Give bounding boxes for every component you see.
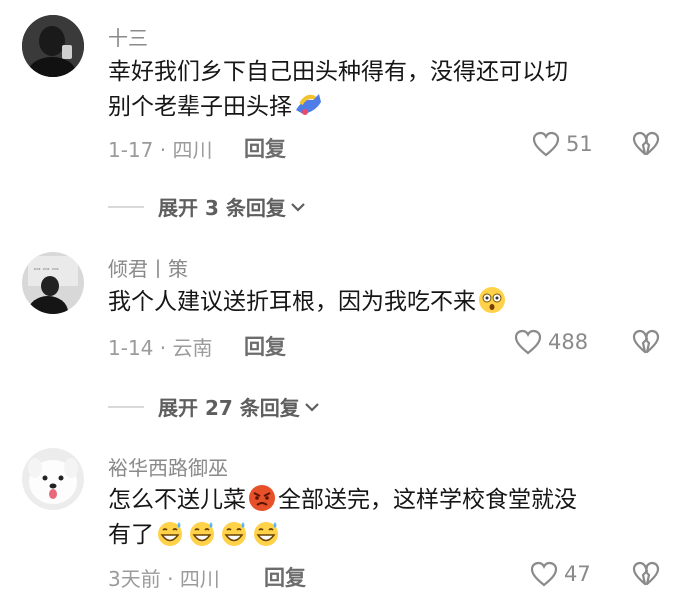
- reply-button[interactable]: 回复: [244, 331, 286, 361]
- broken-heart-icon[interactable]: [632, 329, 660, 355]
- comment-text-line: 怎么不送儿菜 全部送完，这样学校食堂就没: [108, 483, 668, 518]
- divider-line: [108, 405, 144, 408]
- comment-text-line-content: 我个人建议送折耳根，因为我吃不来: [108, 289, 476, 315]
- avatar[interactable]: [22, 15, 84, 77]
- avatar[interactable]: ꟷ ꟷ ꟷ: [22, 252, 84, 314]
- like-button[interactable]: 51: [532, 131, 593, 157]
- comment-text-line: 幸好我们乡下自己田头种得有，没得还可以切: [108, 59, 568, 85]
- meta-separator: ·: [160, 567, 180, 591]
- expand-label: 展开 3 条回复: [158, 196, 286, 220]
- comment-text: 怎么不送儿菜 全部送完，这样学校食堂就没 有了: [108, 483, 668, 553]
- like-count: 47: [564, 562, 591, 586]
- date: 3天前: [108, 567, 161, 591]
- expand-replies-button[interactable]: 展开 27 条回复: [108, 392, 320, 421]
- comment-meta: 1-14 · 云南: [108, 332, 212, 361]
- reply-button[interactable]: 回复: [244, 133, 286, 163]
- comment-meta: 3天前 · 四川: [108, 563, 220, 592]
- location: 四川: [172, 138, 213, 162]
- comment-text-line: 有了: [108, 518, 668, 553]
- like-count: 488: [548, 330, 589, 354]
- chevron-down-icon: [304, 402, 319, 412]
- date: 1-17: [108, 138, 154, 162]
- heart-outline-icon: [530, 561, 558, 587]
- angry-face-emoji-icon: [249, 485, 275, 511]
- sticker-icon: [296, 94, 321, 115]
- comment-meta: 1-17 · 四川: [108, 134, 212, 163]
- meta-separator: ·: [153, 336, 173, 360]
- heart-outline-icon: [532, 131, 560, 157]
- dizzy-face-emoji-icon: [479, 287, 505, 313]
- reply-button[interactable]: 回复: [264, 562, 306, 592]
- grinning-sweat-emoji-icon: [190, 522, 214, 546]
- heart-outline-icon: [514, 329, 542, 355]
- meta-separator: ·: [153, 138, 173, 162]
- comment-text-line: 别个老辈子田头择: [108, 90, 668, 125]
- location: 云南: [172, 336, 213, 360]
- grinning-sweat-emoji-icon: [222, 522, 246, 546]
- comment-text-line-content: 别个老辈子田头择: [108, 94, 292, 120]
- divider-line: [108, 205, 144, 208]
- comment-text-line: 我个人建议送折耳根，因为我吃不来: [108, 285, 668, 320]
- like-button[interactable]: 47: [530, 561, 591, 587]
- avatar[interactable]: [22, 448, 84, 510]
- comment-text: 幸好我们乡下自己田头种得有，没得还可以切 别个老辈子田头择: [108, 55, 668, 125]
- expand-label: 展开 27 条回复: [158, 396, 300, 420]
- chevron-down-icon: [291, 202, 305, 212]
- username[interactable]: 裕华西路御巫: [108, 452, 228, 481]
- comment-text-line-content: 全部送完，这样学校食堂就没: [278, 487, 577, 513]
- grinning-sweat-emoji-icon: [158, 522, 182, 546]
- location: 四川: [179, 567, 220, 591]
- broken-heart-icon[interactable]: [632, 561, 660, 587]
- username[interactable]: 十三: [108, 22, 148, 51]
- comment-text-line-content: 怎么不送儿菜: [108, 487, 246, 513]
- date: 1-14: [108, 336, 154, 360]
- like-count: 51: [566, 132, 593, 156]
- username[interactable]: 倾君丨策: [108, 253, 188, 282]
- like-button[interactable]: 488: [514, 329, 588, 355]
- grinning-sweat-emoji-icon: [254, 522, 278, 546]
- broken-heart-icon[interactable]: [632, 131, 660, 157]
- comment-text: 我个人建议送折耳根，因为我吃不来: [108, 285, 668, 320]
- expand-replies-button[interactable]: 展开 3 条回复: [108, 192, 306, 221]
- comment-text-line-content: 有了: [108, 522, 154, 548]
- svg-text:ꟷ ꟷ ꟷ: ꟷ ꟷ ꟷ: [34, 265, 59, 274]
